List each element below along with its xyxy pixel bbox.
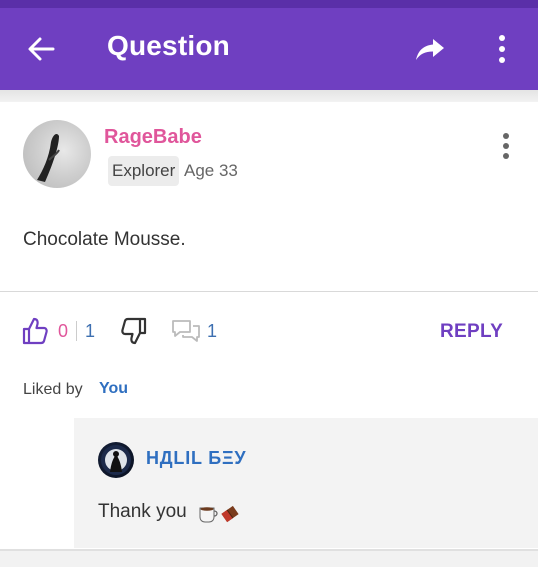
status-bar — [0, 0, 538, 8]
comment-icon[interactable] — [171, 318, 201, 344]
dislike-count: 1 — [85, 321, 96, 341]
reply-username[interactable]: НДLIL БΞУ — [146, 448, 246, 469]
coffee-chocolate-emoji-icon — [199, 505, 239, 523]
reply-avatar[interactable] — [98, 442, 134, 478]
thumbs-down-icon[interactable] — [121, 317, 147, 345]
thumbs-up-icon[interactable] — [22, 317, 48, 345]
more-vertical-icon[interactable] — [494, 34, 510, 64]
user-age: Age 33 — [184, 161, 238, 180]
reply-button[interactable]: REPLY — [440, 321, 503, 343]
liked-by-label: Liked by — [23, 381, 83, 398]
appbar-shadow — [0, 90, 538, 102]
share-icon[interactable] — [414, 33, 446, 65]
liked-by-user[interactable]: You — [99, 380, 128, 398]
reply-text: Thank you — [98, 501, 187, 522]
post-username[interactable]: RageBabe — [104, 126, 202, 149]
reply-card — [74, 418, 538, 548]
like-count: 0 — [58, 321, 69, 341]
post-more-options-icon[interactable] — [498, 132, 514, 160]
app-bar: Question — [0, 8, 538, 90]
count-separator — [76, 321, 77, 341]
comment-count: 1 — [207, 321, 218, 341]
reply-avatar-image — [101, 445, 131, 475]
question-content: Chocolate Mousse. — [23, 229, 186, 250]
avatar-photo — [37, 134, 60, 182]
rank-badge: Explorer — [108, 156, 180, 186]
user-avatar[interactable] — [23, 120, 91, 188]
back-arrow-icon[interactable] — [26, 34, 56, 64]
bottom-divider — [0, 549, 538, 551]
page-title: Question — [107, 30, 230, 61]
